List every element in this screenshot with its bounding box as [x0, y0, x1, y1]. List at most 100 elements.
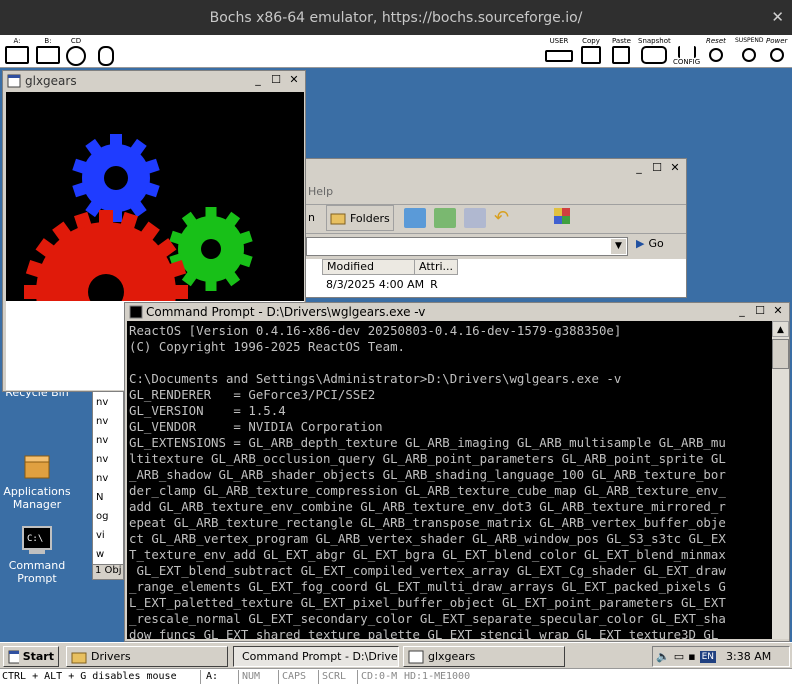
file-row[interactable]: 8/3/2025 4:00 AM R: [326, 278, 438, 291]
cdrom-button[interactable]: CD: [66, 37, 86, 66]
console-line: C:\Documents and Settings\Administrator>…: [129, 371, 622, 386]
minimize-button[interactable]: _: [734, 304, 750, 318]
copy-button[interactable]: Copy: [581, 37, 601, 66]
taskbar-item-command-prompt[interactable]: Command Prompt - D:\Drive...: [233, 646, 399, 667]
tree-item[interactable]: vi: [96, 526, 123, 545]
toolbar-fragment: n: [308, 211, 315, 224]
delete-icon[interactable]: [464, 208, 486, 228]
floppy-a-button[interactable]: A:: [5, 37, 29, 66]
scroll-up-arrow[interactable]: ▲: [772, 321, 789, 337]
desktop-icon-applications-manager[interactable]: Applications Manager: [1, 450, 73, 511]
console-line: L_EXT_paletted_texture GL_EXT_pixel_buff…: [129, 595, 726, 610]
tree-item[interactable]: nv: [96, 431, 123, 450]
console-line: epeat GL_ARB_texture_rectangle GL_ARB_tr…: [129, 515, 726, 530]
vertical-scrollbar[interactable]: ▲: [772, 321, 789, 639]
host-toolbar: A: B: CD USER Copy Paste Snapshot CONFIG…: [0, 35, 792, 68]
language-indicator[interactable]: EN: [699, 650, 716, 663]
status-nic: E1000: [440, 671, 471, 682]
gears-render-canvas[interactable]: [6, 92, 304, 301]
folders-label: Folders: [350, 211, 390, 225]
close-button[interactable]: ✕: [667, 161, 683, 175]
cmd-title: Command Prompt - D:\Drivers\wglgears.exe…: [146, 304, 426, 319]
move-to-icon[interactable]: [404, 208, 426, 228]
views-icon[interactable]: [554, 208, 570, 224]
host-close-button[interactable]: ✕: [771, 8, 784, 26]
power-icon: [769, 48, 784, 62]
safely-remove-icon[interactable]: ▪: [688, 650, 695, 663]
close-button[interactable]: ✕: [770, 304, 786, 318]
console-output[interactable]: ReactOS [Version 0.4.16-x86-dev 20250803…: [127, 321, 772, 639]
scroll-thumb[interactable]: [772, 339, 789, 369]
suspend-icon: [742, 48, 757, 62]
desktop-icon-command-prompt[interactable]: C:\ Command Prompt: [1, 524, 73, 585]
volume-icon[interactable]: 🔈: [656, 650, 670, 663]
undo-icon[interactable]: ↶: [494, 208, 516, 228]
status-cd: CD:0-M: [361, 671, 398, 682]
snapshot-label: Snapshot: [638, 37, 671, 45]
tree-item[interactable]: nv: [96, 469, 123, 488]
user-button[interactable]: USER: [545, 37, 573, 66]
minimize-button[interactable]: _: [631, 161, 647, 175]
floppy-a-label: A:: [13, 37, 21, 45]
command-prompt-window: Command Prompt - D:\Drivers\wglgears.exe…: [124, 302, 790, 642]
tree-item[interactable]: N: [96, 488, 123, 507]
power-button[interactable]: Power: [766, 37, 787, 66]
console-line: GL_EXTENSIONS = GL_ARB_depth_texture GL_…: [129, 435, 726, 450]
start-button[interactable]: Start: [3, 646, 59, 667]
go-button[interactable]: ▶ Go: [636, 237, 664, 250]
cmd-titlebar[interactable]: Command Prompt - D:\Drivers\wglgears.exe…: [125, 303, 789, 320]
console-line: add GL_ARB_texture_env_combine GL_ARB_te…: [129, 499, 726, 514]
status-drive: A:: [206, 671, 219, 682]
row-modified: 8/3/2025 4:00 AM: [326, 278, 425, 291]
floppy-icon: [5, 46, 29, 64]
maximize-button[interactable]: ☐: [268, 73, 284, 87]
floppy-b-button[interactable]: B:: [36, 37, 60, 66]
mouse-button[interactable]: [98, 37, 114, 66]
suspend-label: SUSPEND: [735, 37, 764, 44]
snapshot-button[interactable]: Snapshot: [638, 37, 671, 66]
console-line: ltitexture GL_ARB_occlusion_query GL_ARB…: [129, 451, 726, 466]
console-line: ReactOS [Version 0.4.16-x86-dev 20250803…: [129, 323, 622, 338]
paste-button[interactable]: Paste: [612, 37, 631, 66]
column-header-attributes[interactable]: Attri...: [414, 259, 458, 275]
console-line: der_clamp GL_ARB_texture_compression GL_…: [129, 483, 726, 498]
status-num: NUM: [242, 671, 261, 682]
menu-help[interactable]: Help: [308, 185, 333, 198]
tree-item[interactable]: nv: [96, 412, 123, 431]
reset-icon: [708, 48, 723, 62]
package-icon: [21, 450, 53, 482]
svg-text:C:\: C:\: [27, 534, 43, 544]
suspend-button[interactable]: SUSPEND: [735, 37, 764, 66]
command-prompt-label: Command Prompt: [8, 559, 66, 585]
taskbar-item-glxgears[interactable]: glxgears: [403, 646, 565, 667]
status-caps: CAPS: [282, 671, 307, 682]
console-line: GL_EXT_blend_subtract GL_EXT_compiled_ve…: [129, 563, 726, 578]
reset-button[interactable]: Reset: [706, 37, 726, 66]
start-icon: [8, 650, 19, 663]
folder-icon: [71, 652, 87, 663]
console-line: (C) Copyright 1996-2025 ReactOS Team.: [129, 339, 406, 354]
maximize-button[interactable]: ☐: [752, 304, 768, 318]
address-bar[interactable]: ▼: [306, 237, 628, 256]
copy-to-icon[interactable]: [434, 208, 456, 228]
app-icon: [7, 74, 21, 87]
reset-label: Reset: [706, 37, 726, 45]
copy-icon: [581, 46, 601, 64]
tree-item[interactable]: nv: [96, 450, 123, 469]
taskbar-item-label: Command Prompt - D:\Drive...: [242, 650, 399, 663]
app-icon: [408, 650, 424, 663]
config-button[interactable]: CONFIG: [673, 37, 700, 66]
console-line: T_texture_env_add GL_EXT_abgr GL_EXT_bgr…: [129, 547, 726, 562]
network-icon[interactable]: ▭: [674, 650, 684, 663]
close-button[interactable]: ✕: [286, 73, 302, 87]
clock[interactable]: 3:38 AM: [726, 650, 771, 663]
tree-item[interactable]: nv: [96, 393, 123, 412]
tree-item[interactable]: og: [96, 507, 123, 526]
minimize-button[interactable]: _: [250, 73, 266, 87]
maximize-button[interactable]: ☐: [649, 161, 665, 175]
folders-button[interactable]: Folders: [326, 205, 394, 231]
console-line: ct GL_ARB_vertex_program GL_ARB_vertex_s…: [129, 531, 726, 546]
chevron-down-icon[interactable]: ▼: [611, 239, 626, 254]
taskbar-item-drivers[interactable]: Drivers: [66, 646, 228, 667]
tree-item[interactable]: w: [96, 545, 123, 564]
